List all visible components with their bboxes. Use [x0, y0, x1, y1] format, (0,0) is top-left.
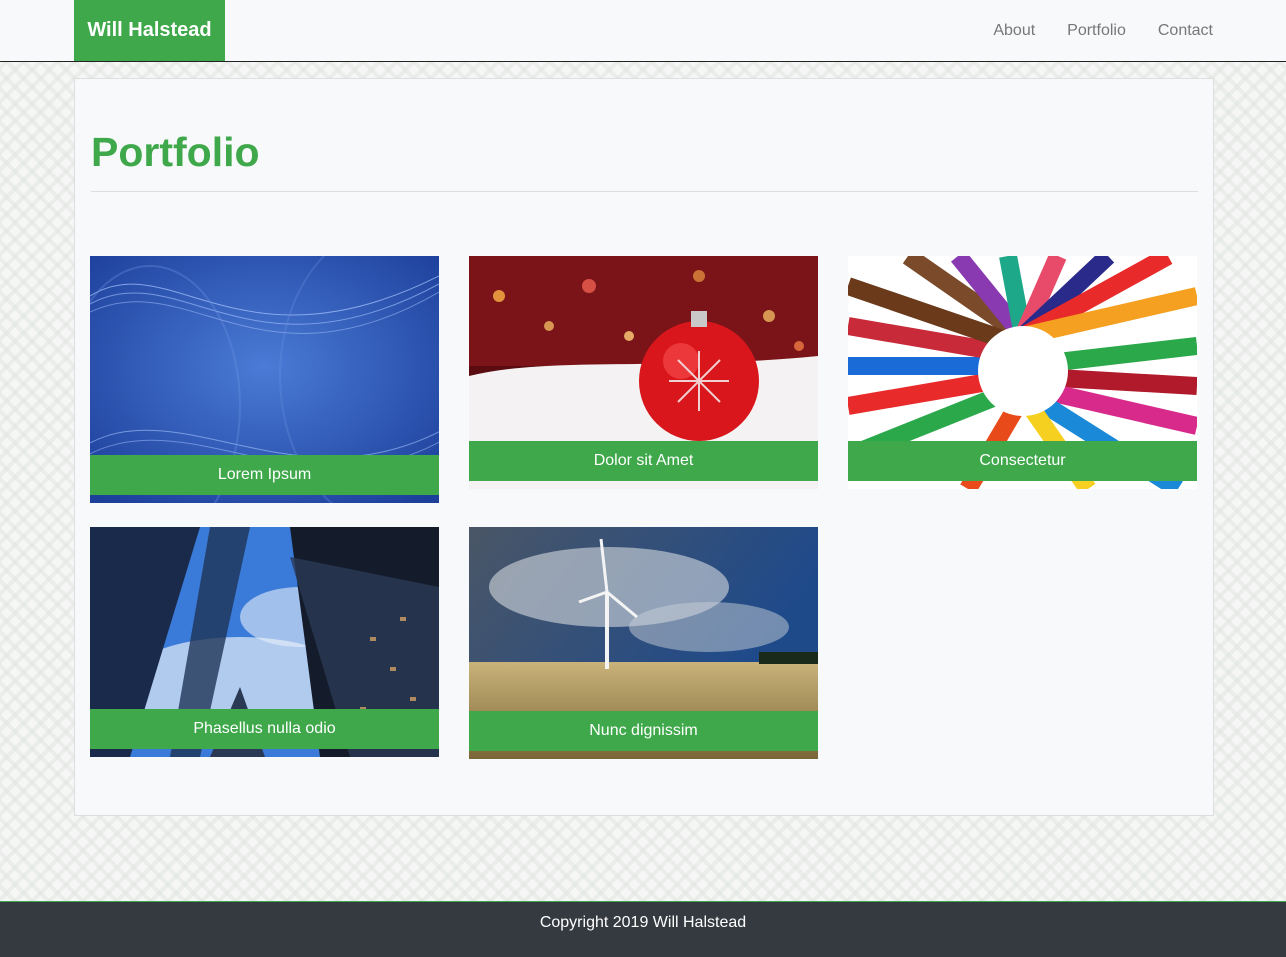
footer: Copyright 2019 Will Halstead — [0, 901, 1286, 957]
title-divider — [91, 191, 1198, 192]
portfolio-item-consectetur[interactable]: Consectetur — [848, 256, 1197, 489]
navbar: Will Halstead About Portfolio Contact — [0, 0, 1286, 62]
portfolio-card: Portfolio Lorem Ipsum Dolor sit Amet Con… — [74, 78, 1214, 816]
portfolio-item-phasellus-nulla-odio[interactable]: Phasellus nulla odio — [90, 527, 439, 757]
footer-copyright: Copyright 2019 Will Halstead — [539, 914, 747, 931]
nav-link-contact[interactable]: Contact — [1158, 22, 1213, 40]
brand-link[interactable]: Will Halstead — [74, 0, 225, 61]
portfolio-caption: Nunc dignissim — [469, 711, 818, 751]
page-title: Portfolio — [91, 129, 260, 175]
nav-link-portfolio[interactable]: Portfolio — [1067, 22, 1126, 40]
portfolio-item-lorem-ipsum[interactable]: Lorem Ipsum — [90, 256, 439, 503]
nav-links: About Portfolio Contact — [993, 0, 1213, 61]
nav-link-about[interactable]: About — [993, 22, 1035, 40]
portfolio-caption: Consectetur — [848, 441, 1197, 481]
portfolio-item-nunc-dignissim[interactable]: Nunc dignissim — [469, 527, 818, 759]
portfolio-item-dolor-sit-amet[interactable]: Dolor sit Amet — [469, 256, 818, 489]
portfolio-caption: Lorem Ipsum — [90, 455, 439, 495]
portfolio-caption: Phasellus nulla odio — [90, 709, 439, 749]
portfolio-caption: Dolor sit Amet — [469, 441, 818, 481]
